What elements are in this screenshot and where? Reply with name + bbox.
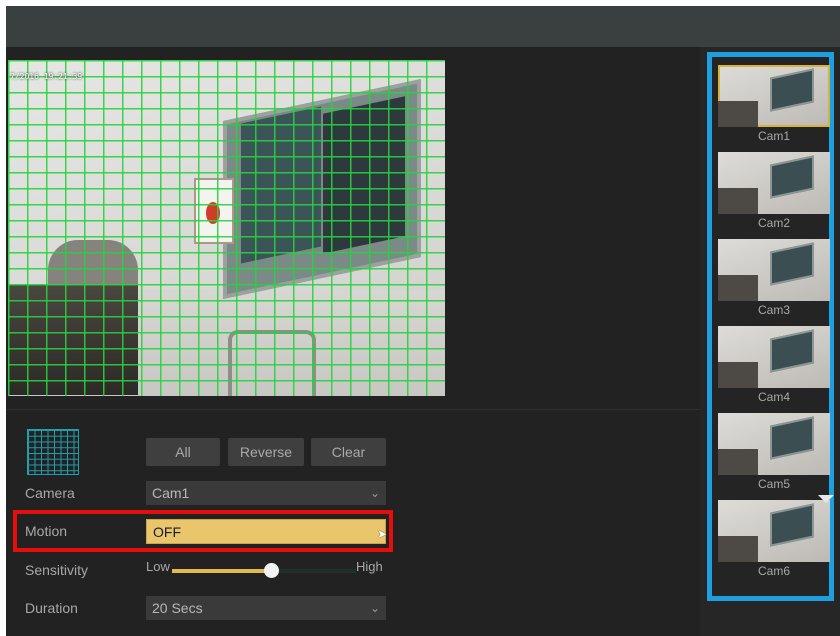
divider <box>6 409 700 410</box>
select-all-button[interactable]: All <box>146 438 220 466</box>
sensitivity-high-label: High <box>356 559 383 574</box>
camera-select[interactable]: Cam1 ⌄ <box>146 481 386 505</box>
duration-label: Duration <box>25 600 78 616</box>
mouse-cursor-icon: ➤ <box>376 527 387 541</box>
clear-button[interactable]: Clear <box>311 438 386 466</box>
sensitivity-low-label: Low <box>146 559 170 574</box>
camera-preview[interactable]: 7/2016 19:21:39 <box>8 60 445 396</box>
sensitivity-label: Sensitivity <box>25 562 89 578</box>
sensitivity-slider[interactable] <box>172 563 356 578</box>
camera-label: Camera <box>25 485 75 501</box>
motion-label: Motion <box>25 523 68 539</box>
camera-list-item-label: Cam2 <box>757 216 790 230</box>
motion-toggle-field[interactable]: OFF ➤ <box>146 519 387 544</box>
scroll-down-icon[interactable] <box>818 495 834 503</box>
grid-area-icon[interactable] <box>27 429 79 475</box>
camera-list-item-label: Cam4 <box>757 390 790 404</box>
motion-value: OFF <box>153 524 181 540</box>
duration-select-value: 20 Secs <box>152 600 203 616</box>
camera-thumbnail <box>718 65 830 127</box>
camera-thumbnail <box>718 152 830 214</box>
camera-list-item-label: Cam1 <box>757 129 790 143</box>
camera-list-item[interactable]: Cam6 <box>718 500 830 582</box>
camera-list-item[interactable]: Cam1 <box>718 65 830 147</box>
camera-thumbnail <box>718 413 830 475</box>
sensitivity-slider-handle[interactable] <box>264 563 280 578</box>
reverse-button[interactable]: Reverse <box>228 438 304 466</box>
chevron-down-icon: ⌄ <box>369 486 380 500</box>
camera-list-item-label: Cam5 <box>757 477 790 491</box>
top-bar <box>6 6 840 47</box>
camera-list: Cam1 Cam2 Cam3 Cam4 Cam5 Cam6 <box>707 52 834 601</box>
camera-thumbnail <box>718 500 830 562</box>
chevron-down-icon: ⌄ <box>369 601 380 615</box>
camera-list-item[interactable]: Cam4 <box>718 326 830 408</box>
camera-list-item[interactable]: Cam5 <box>718 413 830 495</box>
camera-thumbnail <box>718 326 830 388</box>
video-timestamp: 7/2016 19:21:39 <box>10 72 83 81</box>
camera-list-item[interactable]: Cam2 <box>718 152 830 234</box>
camera-list-item-label: Cam6 <box>757 564 790 578</box>
camera-list-item[interactable]: Cam3 <box>718 239 830 321</box>
duration-select[interactable]: 20 Secs ⌄ <box>146 596 386 620</box>
motion-area-grid[interactable] <box>8 60 445 396</box>
camera-select-value: Cam1 <box>152 485 190 501</box>
sensitivity-slider-fill <box>172 569 272 573</box>
nvr-screen: 7/2016 19:21:39 All Reverse Clear Camera… <box>6 6 840 636</box>
camera-list-item-label: Cam3 <box>757 303 790 317</box>
camera-thumbnail <box>718 239 830 301</box>
